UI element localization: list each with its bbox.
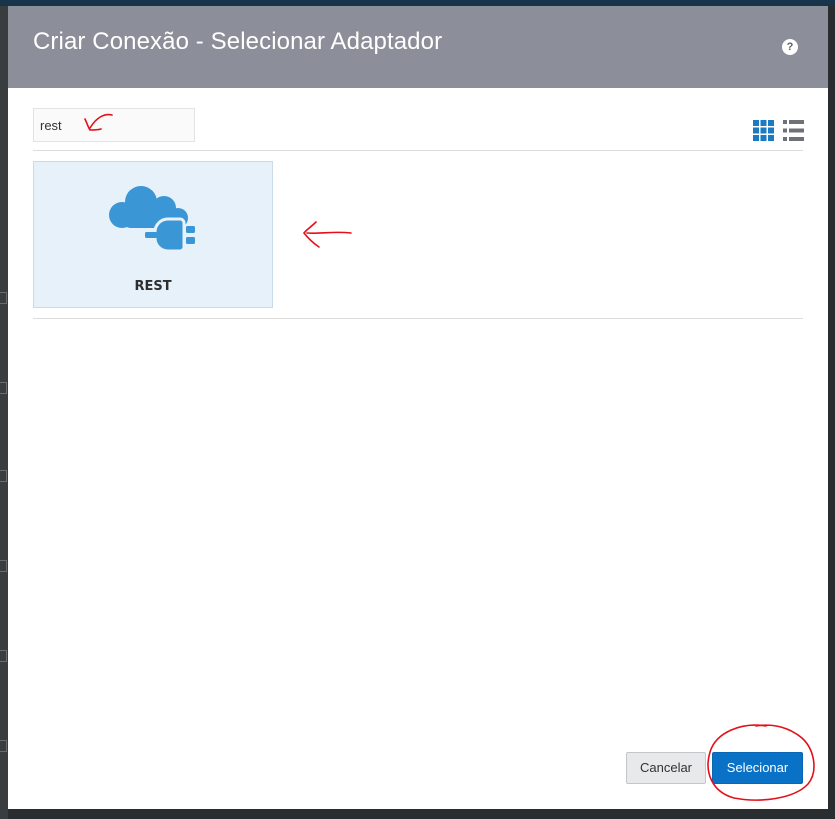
dialog-header: Criar Conexão - Selecionar Adaptador ? [8,6,828,88]
create-connection-dialog: Criar Conexão - Selecionar Adaptador ? r… [8,6,828,809]
backdrop-edge-marker [0,382,7,394]
results-divider [33,318,803,319]
select-button[interactable]: Selecionar [712,752,803,784]
backdrop-edge-marker [0,740,7,752]
adapter-search-input[interactable] [33,108,195,142]
adapter-tile-label: REST [134,279,172,294]
list-view-icon[interactable] [783,120,804,141]
help-icon[interactable]: ? [782,39,798,55]
backdrop-edge-marker [0,560,7,572]
toolbar-divider [33,150,803,151]
dialog-title: Criar Conexão - Selecionar Adaptador [33,28,443,55]
backdrop-edge-marker [0,470,7,482]
grid-view-icon[interactable] [753,120,774,141]
page-backdrop [0,6,8,819]
cancel-button[interactable]: Cancelar [626,752,706,784]
backdrop-edge-marker [0,292,7,304]
adapter-tile-rest[interactable]: REST [33,161,273,308]
cloud-plug-icon [106,182,202,260]
backdrop-edge-marker [0,650,7,662]
